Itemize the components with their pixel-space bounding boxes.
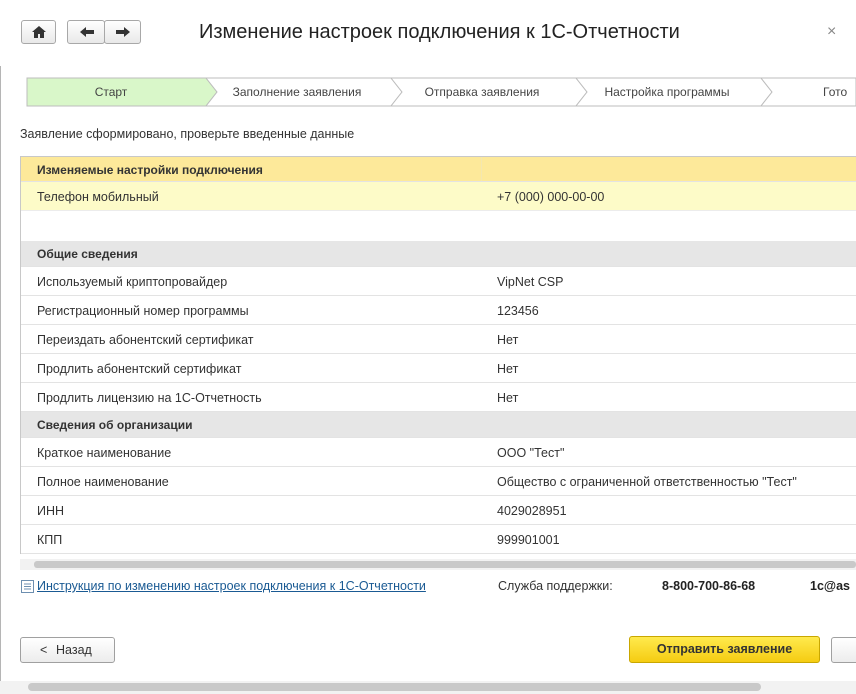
row-label: Переиздать абонентский сертификат bbox=[37, 333, 254, 347]
arrow-left-icon bbox=[80, 27, 94, 37]
column-separator bbox=[481, 157, 482, 181]
row-value: Нет bbox=[497, 391, 519, 405]
table-row[interactable]: КПП 999901001 bbox=[21, 525, 856, 554]
cancel-button[interactable] bbox=[831, 637, 856, 663]
group-header-label: Сведения об организации bbox=[37, 418, 193, 432]
support-label: Служба поддержки: bbox=[498, 579, 613, 593]
group-header-label: Изменяемые настройки подключения bbox=[37, 163, 263, 177]
wizard-steps: Старт Заполнение заявления Отправка заяв… bbox=[26, 77, 856, 107]
group-header-label: Общие сведения bbox=[37, 247, 138, 261]
step-done[interactable]: Гото bbox=[823, 77, 856, 107]
support-email[interactable]: 1c@as bbox=[810, 579, 850, 593]
table-row[interactable]: Используемый криптопровайдер VipNet CSP bbox=[21, 267, 856, 296]
table-row[interactable]: Краткое наименование ООО "Тест" bbox=[21, 438, 856, 467]
row-value: Общество с ограниченной ответственностью… bbox=[497, 475, 797, 489]
row-value: Нет bbox=[497, 362, 519, 376]
table-row[interactable]: Регистрационный номер программы 123456 bbox=[21, 296, 856, 325]
group-header-organization[interactable]: Сведения об организации bbox=[21, 412, 856, 438]
row-label: Краткое наименование bbox=[37, 446, 172, 460]
row-label: Используемый криптопровайдер bbox=[37, 275, 228, 289]
row-value: ООО "Тест" bbox=[497, 446, 565, 460]
table-row[interactable]: Переиздать абонентский сертификат Нет bbox=[21, 325, 856, 354]
step-start[interactable]: Старт bbox=[26, 77, 196, 107]
back-button-label: Назад bbox=[56, 643, 92, 657]
instruction-link[interactable]: Инструкция по изменению настроек подключ… bbox=[37, 579, 426, 593]
step-configure-program[interactable]: Настройка программы bbox=[582, 77, 752, 107]
row-value: 999901001 bbox=[497, 533, 560, 547]
document-icon bbox=[21, 580, 34, 593]
back-nav-button[interactable] bbox=[67, 20, 105, 44]
support-phone: 8-800-700-86-68 bbox=[662, 579, 756, 593]
home-button[interactable] bbox=[21, 20, 56, 44]
step-fill-application[interactable]: Заполнение заявления bbox=[212, 77, 382, 107]
back-button[interactable]: < Назад bbox=[20, 637, 115, 663]
window-left-border bbox=[0, 66, 1, 694]
table-scrollbar-thumb[interactable] bbox=[34, 561, 856, 568]
table-row[interactable]: Телефон мобильный +7 (000) 000-00-00 bbox=[21, 182, 856, 211]
row-value: 4029028951 bbox=[497, 504, 567, 518]
row-label: КПП bbox=[37, 533, 63, 547]
forward-nav-button[interactable] bbox=[104, 20, 141, 44]
close-icon[interactable]: × bbox=[827, 23, 836, 41]
empty-row bbox=[21, 211, 856, 241]
chevron-left-icon: < bbox=[40, 643, 48, 657]
table-row[interactable]: Полное наименование Общество с ограничен… bbox=[21, 467, 856, 496]
window-title: Изменение настроек подключения к 1С-Отче… bbox=[199, 21, 680, 43]
settings-table[interactable]: Изменяемые настройки подключения Телефон… bbox=[20, 156, 856, 554]
row-value: 123456 bbox=[497, 304, 539, 318]
arrow-right-icon bbox=[116, 27, 130, 37]
send-application-button[interactable]: Отправить заявление bbox=[629, 636, 820, 663]
row-label: ИНН bbox=[37, 504, 65, 518]
row-label: Телефон мобильный bbox=[37, 190, 159, 204]
row-label: Полное наименование bbox=[37, 475, 169, 489]
table-row[interactable]: Продлить абонентский сертификат Нет bbox=[21, 354, 856, 383]
group-header-changed-settings[interactable]: Изменяемые настройки подключения bbox=[21, 157, 856, 182]
status-text: Заявление сформировано, проверьте введен… bbox=[20, 127, 355, 141]
step-send-application[interactable]: Отправка заявления bbox=[397, 77, 567, 107]
row-label: Продлить абонентский сертификат bbox=[37, 362, 242, 376]
table-row[interactable]: Продлить лицензию на 1С-Отчетность Нет bbox=[21, 383, 856, 412]
home-icon bbox=[32, 26, 46, 38]
row-label: Регистрационный номер программы bbox=[37, 304, 249, 318]
row-value: VipNet CSP bbox=[497, 275, 564, 289]
window-scrollbar-thumb[interactable] bbox=[28, 683, 761, 691]
row-label: Продлить лицензию на 1С-Отчетность bbox=[37, 391, 262, 405]
group-header-general[interactable]: Общие сведения bbox=[21, 241, 856, 267]
table-row[interactable]: ИНН 4029028951 bbox=[21, 496, 856, 525]
row-value: +7 (000) 000-00-00 bbox=[497, 190, 605, 204]
row-value: Нет bbox=[497, 333, 519, 347]
